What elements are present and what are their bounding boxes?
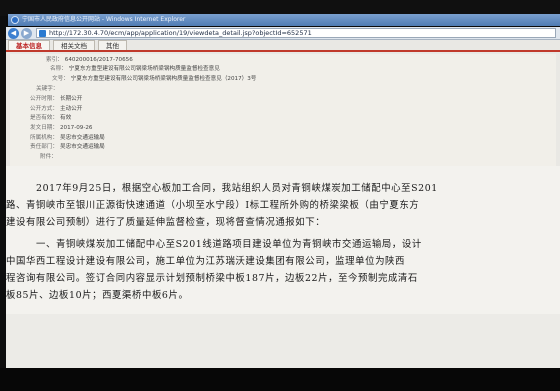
meta-row: 公开方式： 主动公开 (30, 106, 83, 112)
doc-line: 一、青铜峡煤炭加工储配中心至S201线道路项目建设单位为青铜峡市交通运输局，设计 (36, 239, 422, 250)
meta-row: 所属机构： 吴忠市交通运输局 (30, 135, 105, 141)
back-arrow-icon[interactable]: ◀ (8, 27, 19, 39)
browser-icon (11, 16, 19, 24)
window-titlebar: 宁国市人民政府信息公开网站 - Windows Internet Explore… (8, 14, 560, 26)
scroll-left-icon[interactable]: ‹ (10, 292, 13, 300)
page-blank-area (6, 314, 560, 368)
page-content: 基本信息 相关文档 其他 索引： 640200016/2017-70656 名称：… (6, 40, 560, 368)
meta-row: 发文日期： 2017-09-26 (30, 125, 93, 131)
doc-line: 路、青铜峡市至银川正源街快速通道（小坝至水宁段）I标工程所外购的桥梁梁板（由宁夏… (6, 200, 420, 211)
tab-related-docs[interactable]: 相关文档 (53, 40, 95, 50)
meta-row: 名称： 宁夏东方重型建设有限公司钢梁场桥梁钢构质量监督检查意见 (50, 66, 220, 72)
photo-frame-bottom (0, 368, 560, 391)
tab-bar: 基本信息 相关文档 其他 (6, 40, 560, 52)
tab-other[interactable]: 其他 (98, 40, 127, 50)
doc-line: 建设有限公司预制）进行了质量延伸监督检查，现将督查情况通报如下： (6, 217, 326, 228)
meta-row: 公开时限： 长期公开 (30, 96, 83, 102)
meta-row: 关键字： (36, 86, 59, 92)
metadata-panel: 索引： 640200016/2017-70656 名称： 宁夏东方重型建设有限公司钢… (10, 54, 556, 166)
document-body: 2017年9月25日，根据空心板加工合同，我站组织人员对青铜峡煤炭加工储配中心至… (6, 166, 560, 314)
meta-row: 附件： (40, 154, 57, 160)
address-bar: ◀ ▶ http://172.30.4.70/ecm/app/applicati… (6, 27, 560, 40)
page-icon (39, 30, 46, 37)
meta-row: 文号： 宁夏东方重型建设有限公司钢梁场桥梁钢构质量监督检查意见（2017）3号 (52, 76, 257, 82)
doc-line: 2017年9月25日，根据空心板加工合同，我站组织人员对青铜峡煤炭加工储配中心至… (36, 183, 438, 194)
meta-row: 索引： 640200016/2017-70656 (46, 57, 133, 63)
url-text: http://172.30.4.70/ecm/app/application/1… (49, 29, 312, 37)
tab-basic-info[interactable]: 基本信息 (8, 40, 50, 50)
window-title: 宁国市人民政府信息公开网站 - Windows Internet Explore… (22, 16, 186, 23)
doc-line: 中国华西工程设计建设有限公司，施工单位为江苏瑞沃建设集团有限公司，监理单位为陕西 (6, 256, 406, 267)
forward-arrow-icon[interactable]: ▶ (21, 27, 32, 39)
meta-row: 责任部门： 吴忠市交通运输局 (30, 144, 105, 150)
doc-line: 板85片、边板10片；西夏渠桥中板6片。 (6, 290, 189, 301)
meta-row: 是否有效： 有效 (30, 115, 72, 121)
url-input[interactable]: http://172.30.4.70/ecm/app/application/1… (36, 28, 556, 38)
doc-line: 程咨询有限公司。签订合同内容显示计划预制桥梁中板187片，边板22片，至今预制完… (6, 273, 418, 284)
